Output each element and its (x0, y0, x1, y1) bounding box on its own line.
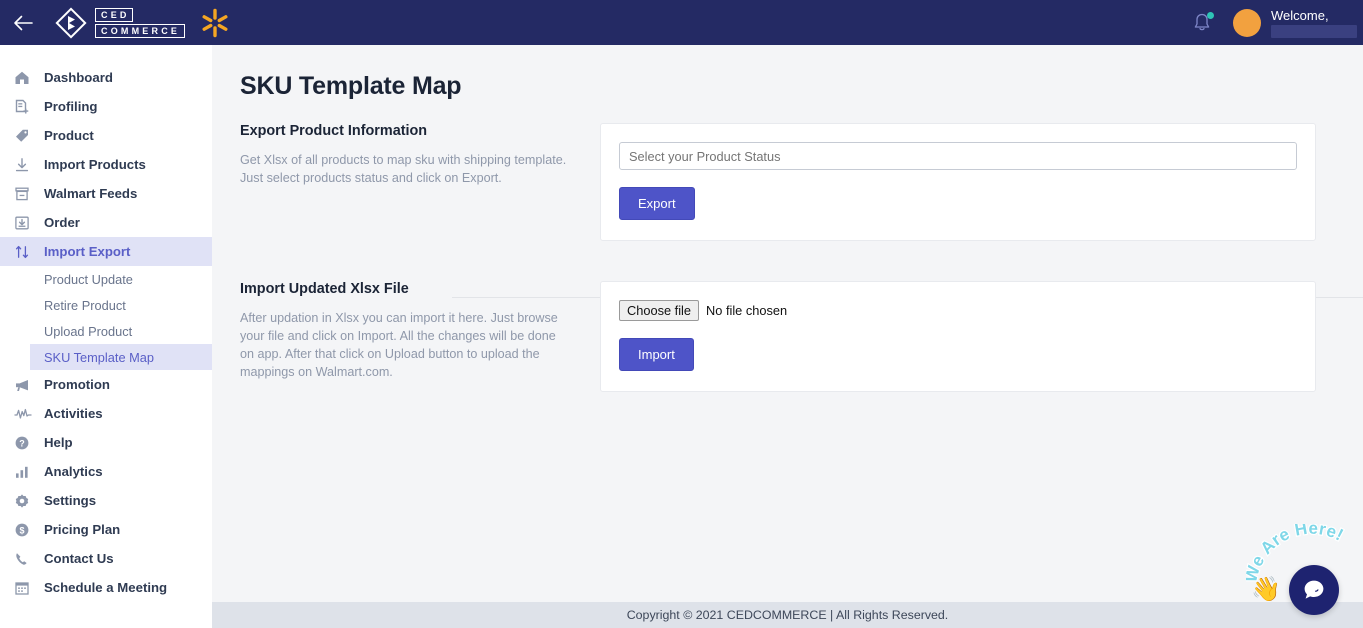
choose-file-button[interactable]: Choose file (619, 300, 700, 321)
chat-widget: We Are Here! 👋 (1246, 524, 1363, 622)
sidebar-item-schedule-a-meeting[interactable]: Schedule a Meeting (0, 573, 212, 602)
sidebar-item-profiling[interactable]: Profiling (0, 92, 212, 121)
brand-text-commerce: COMMERCE (95, 23, 186, 38)
megaphone-icon (14, 377, 40, 393)
sidebar-item-import-products[interactable]: Import Products (0, 150, 212, 179)
sidebar-item-label: Promotion (44, 377, 110, 392)
sidebar-item-label: Schedule a Meeting (44, 580, 168, 595)
notification-badge-dot (1207, 11, 1214, 19)
product-status-select[interactable] (619, 142, 1297, 170)
sidebar-item-activities[interactable]: Activities (0, 399, 212, 428)
archive-box-icon (14, 186, 40, 202)
sidebar-item-analytics[interactable]: Analytics (0, 457, 212, 486)
back-arrow-icon (14, 15, 33, 30)
sidebar-item-label: Pricing Plan (44, 522, 121, 537)
sidebar-item-pricing-plan[interactable]: $ Pricing Plan (0, 515, 212, 544)
sidebar-item-product[interactable]: Product (0, 121, 212, 150)
sidebar-item-order[interactable]: Order (0, 208, 212, 237)
page-title: SKU Template Map (240, 72, 462, 100)
cedcommerce-logo[interactable]: CED COMMERCE (54, 6, 186, 40)
inbox-download-icon (14, 215, 40, 231)
top-navigation-bar: CED COMMERCE Welcome, (0, 0, 1363, 45)
home-icon (14, 70, 40, 86)
export-section-heading: Export Product Information (240, 123, 428, 139)
svg-text:?: ? (19, 438, 25, 448)
avatar[interactable] (1233, 8, 1261, 37)
activity-pulse-icon (14, 406, 40, 422)
username-redacted (1271, 24, 1357, 38)
sidebar-subitem-label: Retire Product (44, 297, 126, 313)
file-status-label: No file chosen (706, 303, 788, 318)
sidebar-item-label: Activities (44, 406, 103, 421)
notifications-button[interactable] (1185, 6, 1219, 40)
footer: Copyright © 2021 CEDCOMMERCE | All Right… (212, 602, 1363, 628)
sidebar-item-label: Dashboard (44, 70, 113, 85)
calendar-icon (14, 580, 40, 596)
sidebar-item-label: Profiling (44, 99, 98, 114)
ced-diamond-icon (55, 6, 87, 39)
tag-icon (14, 128, 40, 144)
up-down-arrows-icon (14, 244, 40, 260)
sidebar-item-label: Contact Us (44, 551, 114, 566)
export-section-description: Get Xlsx of all products to map sku with… (240, 153, 567, 185)
import-updated-xlsx-section: Import Updated Xlsx File After updation … (240, 241, 1363, 392)
question-circle-icon: ? (14, 435, 40, 451)
import-card: Choose file No file chosen Import (600, 281, 1316, 392)
sidebar: Dashboard Profiling Product Import Produ… (0, 45, 212, 628)
sidebar-item-label: Walmart Feeds (44, 186, 138, 201)
copyright-text: Copyright © 2021 CEDCOMMERCE | All Right… (626, 608, 949, 622)
sidebar-item-import-export[interactable]: Import Export (0, 237, 212, 266)
chat-bubble-icon (1304, 580, 1324, 599)
export-button[interactable]: Export (619, 187, 695, 220)
sidebar-item-contact-us[interactable]: Contact Us (0, 544, 212, 573)
sidebar-item-label: Import Export (44, 244, 131, 259)
svg-text:$: $ (19, 525, 24, 535)
topbar-right-cluster: Welcome, (1185, 0, 1363, 45)
bar-chart-icon (14, 464, 40, 480)
sidebar-item-promotion[interactable]: Promotion (0, 370, 212, 399)
sidebar-item-label: Order (44, 215, 80, 230)
app-root: CED COMMERCE Welcome, Dashboard Profilin… (0, 0, 1363, 628)
sidebar-subitem-label: Product Update (44, 271, 133, 287)
gear-icon (14, 493, 40, 509)
brand-text-ced: CED (95, 7, 133, 22)
sidebar-subitem-label: Upload Product (44, 323, 133, 339)
sidebar-subitem-upload-product[interactable]: Upload Product (0, 318, 212, 344)
dollar-circle-icon: $ (14, 522, 40, 538)
file-plus-icon (14, 99, 40, 115)
export-product-information-section: Export Product Information Get Xlsx of a… (240, 101, 1363, 241)
export-section-text: Export Product Information Get Xlsx of a… (240, 123, 600, 187)
sidebar-item-settings[interactable]: Settings (0, 486, 212, 515)
sidebar-item-help[interactable]: ? Help (0, 428, 212, 457)
sidebar-subitem-retire-product[interactable]: Retire Product (0, 292, 212, 318)
file-input-row[interactable]: Choose file No file chosen (619, 300, 1297, 321)
welcome-label: Welcome, (1271, 7, 1329, 23)
sidebar-item-label: Settings (44, 493, 97, 508)
sidebar-item-walmart-feeds[interactable]: Walmart Feeds (0, 179, 212, 208)
sidebar-item-dashboard[interactable]: Dashboard (0, 63, 212, 92)
sidebar-subitem-label: SKU Template Map (44, 349, 155, 365)
import-section-description: After updation in Xlsx you can import it… (240, 311, 558, 379)
export-card: Export (600, 123, 1316, 241)
walmart-spark-icon (202, 8, 228, 37)
sidebar-item-label: Help (44, 435, 73, 450)
sidebar-item-label: Analytics (44, 464, 103, 479)
sidebar-subitem-product-update[interactable]: Product Update (0, 266, 212, 292)
main-content: SKU Template Map Export Product Informat… (212, 45, 1363, 602)
open-chat-button[interactable] (1289, 565, 1339, 615)
welcome-block: Welcome, (1271, 8, 1357, 38)
sidebar-item-label: Product (44, 128, 94, 143)
import-section-heading: Import Updated Xlsx File (240, 281, 409, 297)
waving-hand-icon: 👋 (1251, 576, 1281, 603)
download-icon (14, 157, 40, 173)
phone-icon (14, 551, 40, 567)
sidebar-item-label: Import Products (44, 157, 146, 172)
import-button[interactable]: Import (619, 338, 694, 371)
import-section-text: Import Updated Xlsx File After updation … (240, 281, 600, 381)
back-button[interactable] (0, 0, 46, 45)
sidebar-subitem-sku-template-map[interactable]: SKU Template Map (30, 344, 212, 370)
